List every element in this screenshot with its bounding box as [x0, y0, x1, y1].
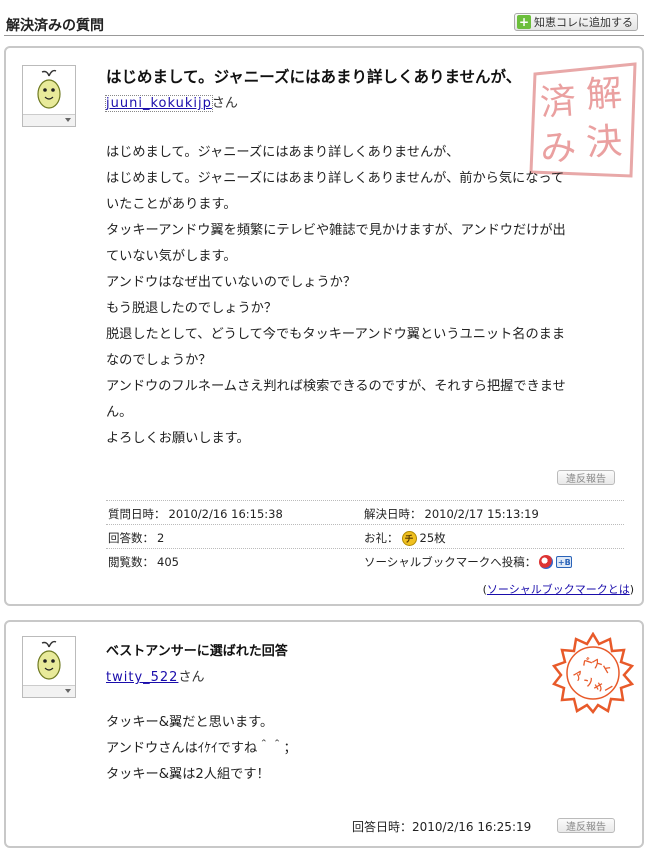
best-answer-panel: ベストアンサーに選ばれた回答 twity_522さん ベ ス ト ア ン サ ー… [4, 620, 644, 848]
bookmark-help-link[interactable]: ソーシャルブックマークとは [487, 583, 630, 596]
info-row-counts: 回答数： 2 お礼： チ 25枚 [106, 524, 624, 548]
asker-suffix: さん [211, 96, 238, 111]
body-line: なのでしょうか？ [106, 353, 212, 368]
answerer-suffix: さん [178, 670, 205, 685]
body-line: タッキー&翼だと思います。 [106, 715, 274, 730]
best-answer-stamp: ベ ス ト ア ン サ ー [552, 632, 634, 714]
info-row-views: 閲覧数： 405 ソーシャルブックマークへ投稿： +B [106, 548, 624, 572]
report-question-button[interactable]: 違反報告 [557, 470, 615, 485]
avatar-menu-toggle[interactable] [23, 685, 75, 697]
answerer-avatar[interactable] [22, 636, 76, 698]
body-line: アンドウのフルネームさえ判れば検索できるのですが、それすら把握できませ [106, 379, 566, 394]
answers-label: 回答数： [108, 531, 154, 545]
plus-icon: + [517, 15, 531, 29]
bookmark-help: (ソーシャルブックマークとは) [483, 581, 634, 597]
asker-avatar[interactable] [22, 65, 76, 127]
answerer-line: twity_522さん [106, 666, 204, 685]
best-answer-title: ベストアンサーに選ばれた回答 [106, 644, 288, 659]
add-to-collection-button[interactable]: + 知恵コレに追加する [514, 13, 638, 31]
views-value: 405 [157, 555, 179, 569]
answered-value: 2010/2/16 16:25:19 [412, 820, 532, 834]
reward-value: 25枚 [419, 531, 446, 545]
page-title: 解決済みの質問 [6, 18, 104, 34]
asker-name-link[interactable]: juuni_kokukijp [105, 95, 213, 112]
body-line: タッキーアンドウ翼を頻繁にテレビや雑誌で見かけますが、アンドウだけが出 [106, 223, 566, 238]
body-line: もう脱退したのでしょうか？ [106, 301, 278, 316]
paren-close: ) [629, 583, 634, 596]
asked-value: 2010/2/16 16:15:38 [168, 507, 283, 521]
sprout-avatar-icon [37, 69, 61, 109]
answers-value: 2 [157, 531, 165, 545]
sprout-avatar-icon [37, 640, 61, 680]
social-bookmark-icon[interactable] [539, 555, 554, 569]
answered-at: 回答日時：2010/2/16 16:25:19 [352, 818, 531, 835]
reward-label: お礼： [364, 531, 399, 545]
body-line: アンドウさんはｲｹｲですね＾＾； [106, 741, 297, 756]
body-line: はじめまして。ジャニーズにはあまり詳しくありませんが、 [106, 145, 460, 160]
stamp-char: ー [602, 682, 616, 697]
asker-line: juuni_kokukijpさん [105, 92, 238, 112]
resolved-at: 解決日時： 2010/2/17 15:13:19 [364, 506, 539, 522]
asked-at: 質問日時： 2010/2/16 16:15:38 [108, 506, 283, 522]
body-line: ん。 [106, 405, 133, 420]
avatar-menu-toggle[interactable] [23, 114, 75, 126]
hatena-bookmark-icon[interactable]: +B [556, 556, 573, 568]
body-line: タッキー&翼は2人組です！ [106, 767, 270, 782]
add-to-collection-label: 知恵コレに追加する [534, 16, 633, 29]
answer-body: タッキー&翼だと思います。 アンドウさんはｲｹｲですね＾＾； タッキー&翼は2人… [106, 710, 626, 788]
info-row-dates: 質問日時： 2010/2/16 16:15:38 解決日時： 2010/2/17 1… [106, 500, 624, 524]
views-label: 閲覧数： [108, 555, 154, 569]
reward: お礼： チ 25枚 [364, 530, 446, 546]
answerer-name-link[interactable]: twity_522 [106, 670, 178, 685]
body-line: アンドウはなぜ出ていないのでしょうか？ [106, 275, 357, 290]
report-answer-button[interactable]: 違反報告 [557, 818, 615, 833]
view-count: 閲覧数： 405 [108, 554, 179, 570]
resolved-value: 2010/2/17 15:13:19 [424, 507, 539, 521]
social-label: ソーシャルブックマークへ投稿： [364, 555, 537, 569]
page-header: 解決済みの質問 + 知恵コレに追加する [4, 10, 644, 36]
question-panel: はじめまして。ジャニーズにはあまり詳しくありませんが、 juuni_kokuki… [4, 46, 644, 606]
stamp-char: 済 [539, 81, 578, 124]
question-body: はじめまして。ジャニーズにはあまり詳しくありませんが、 はじめまして。ジャニーズ… [106, 140, 626, 452]
answered-label: 回答日時： [352, 820, 413, 834]
caret-down-icon [65, 118, 71, 122]
body-line: はじめまして。ジャニーズにはあまり詳しくありませんが、前から気になって [106, 171, 565, 186]
asked-label: 質問日時： [108, 507, 166, 521]
coin-icon: チ [401, 530, 417, 546]
question-title: はじめまして。ジャニーズにはあまり詳しくありませんが、 [106, 68, 522, 86]
body-line: よろしくお願いします。 [106, 431, 250, 446]
body-line: いたことがあります。 [106, 197, 237, 212]
stamp-char: 解 [585, 73, 624, 116]
resolved-label: 解決日時： [364, 507, 422, 521]
answer-count: 回答数： 2 [108, 530, 164, 546]
body-line: 脱退したとして、どうして今でもタッキーアンドウ翼というユニット名のまま [106, 327, 566, 342]
body-line: ていない気がします。 [106, 249, 237, 264]
caret-down-icon [65, 689, 71, 693]
social-bookmark: ソーシャルブックマークへ投稿： +B [364, 554, 573, 570]
